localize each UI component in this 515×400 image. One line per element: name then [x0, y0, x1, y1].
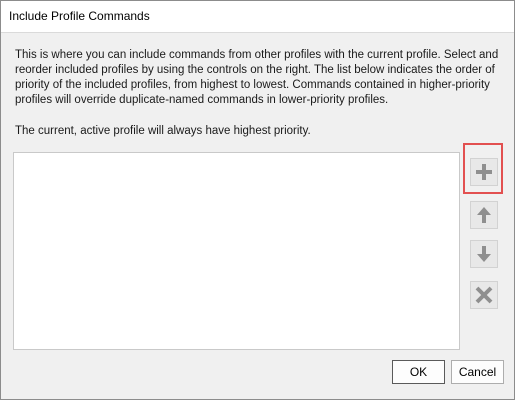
- window-title: Include Profile Commands: [9, 9, 150, 23]
- add-profile-button[interactable]: [470, 158, 498, 186]
- arrow-up-icon: [477, 207, 491, 223]
- x-icon: [475, 286, 493, 304]
- included-profiles-list[interactable]: [13, 152, 460, 350]
- move-up-button[interactable]: [470, 201, 498, 229]
- plus-icon: [476, 164, 492, 180]
- dialog-window: Include Profile Commands This is where y…: [0, 0, 515, 400]
- remove-profile-button[interactable]: [470, 281, 498, 309]
- ok-button[interactable]: OK: [392, 360, 445, 384]
- description-text: This is where you can include commands f…: [15, 48, 503, 108]
- move-down-button[interactable]: [470, 240, 498, 268]
- priority-note: The current, active profile will always …: [15, 125, 311, 137]
- description-line: profiles will override duplicate-named c…: [15, 94, 389, 106]
- title-bar: Include Profile Commands: [1, 1, 514, 33]
- description-line: priority of the included profiles, from …: [15, 79, 490, 91]
- cancel-button[interactable]: Cancel: [451, 360, 504, 384]
- description-line: This is where you can include commands f…: [15, 49, 499, 61]
- arrow-down-icon: [477, 246, 491, 262]
- description-line: reorder included profiles by using the c…: [15, 64, 495, 76]
